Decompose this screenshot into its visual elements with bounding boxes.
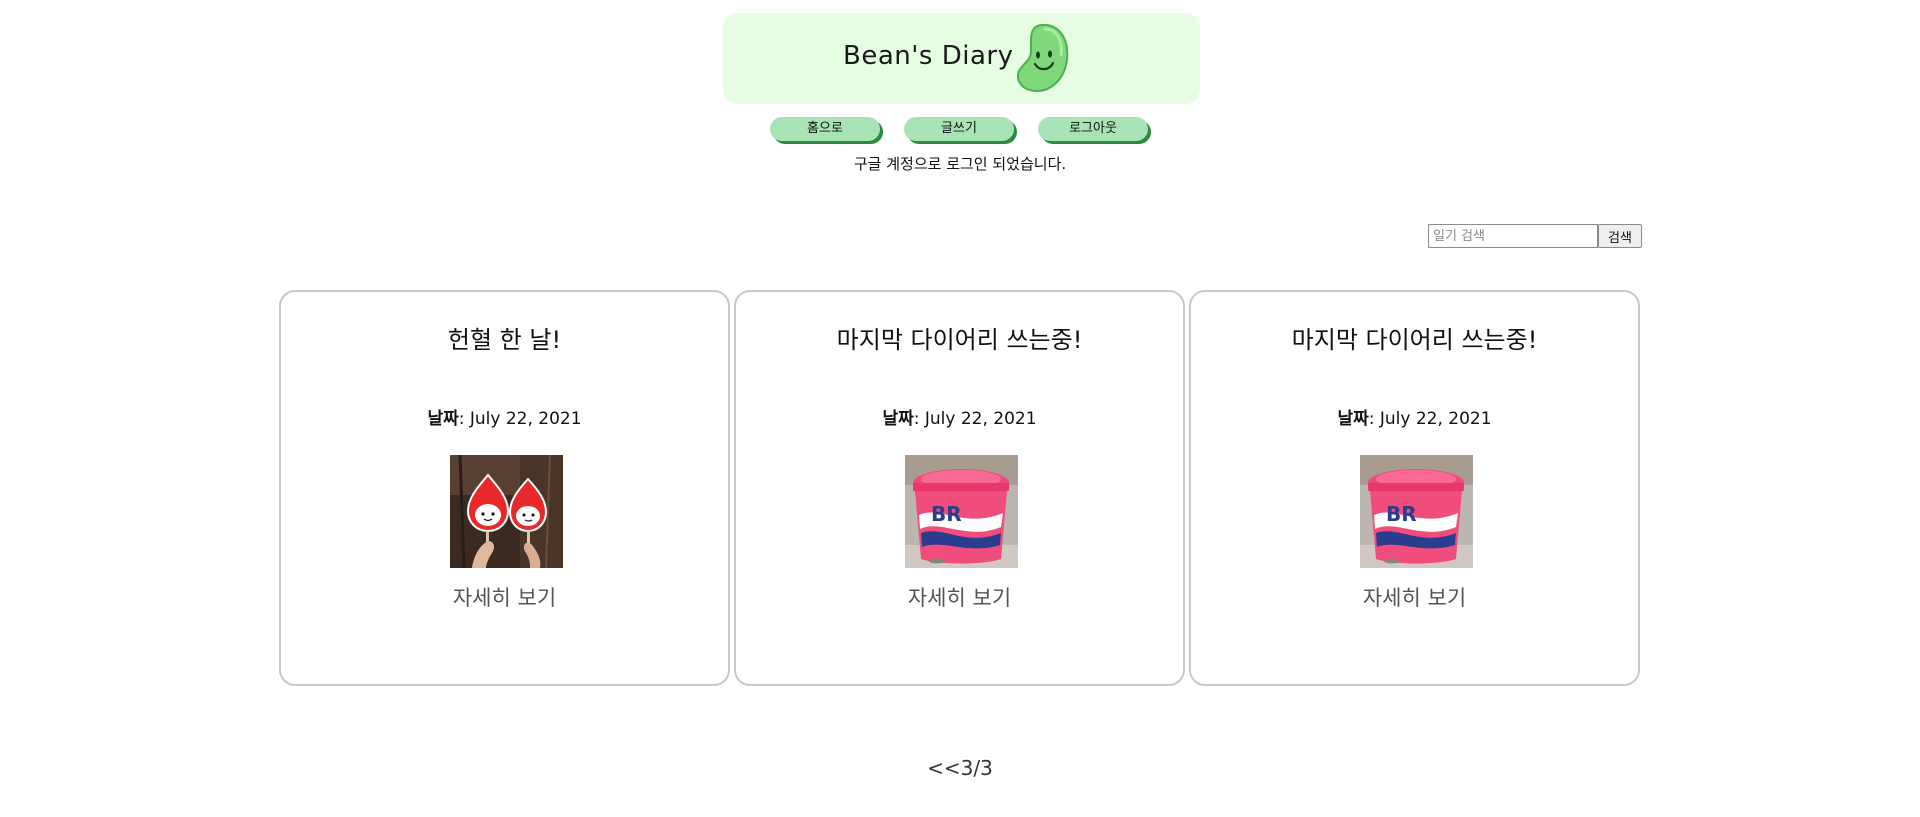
site-title: Bean's Diary [843, 41, 1014, 71]
search-bar: 검색 [1428, 224, 1648, 250]
search-button[interactable]: 검색 [1598, 224, 1642, 248]
diary-card-grid: 헌혈 한 날! 날짜: July 22, 2021 자세히 보기 마지막 다이어… [279, 290, 1643, 688]
diary-search-input[interactable] [1428, 224, 1598, 248]
date-value: : July 22, 2021 [913, 409, 1037, 429]
diary-card-date: 날짜: July 22, 2021 [736, 404, 1183, 429]
blood-donation-fans-photo [450, 455, 563, 568]
diary-card-title: 마지막 다이어리 쓰는중! [836, 326, 1083, 354]
diary-card: 헌혈 한 날! 날짜: July 22, 2021 자세히 보기 [279, 290, 730, 686]
ice-cream-cup-photo: BR [905, 455, 1018, 568]
diary-card: 마지막 다이어리 쓰는중! 날짜: July 22, 2021 BR 자세히 보… [734, 290, 1185, 686]
main-nav: 홈으로 글쓰기 로그아웃 [770, 117, 1156, 143]
bean-smiley-icon [1017, 23, 1069, 93]
ice-cream-cup-photo: BR [1360, 455, 1473, 568]
diary-card-title: 마지막 다이어리 쓰는중! [1291, 326, 1538, 354]
logout-button[interactable]: 로그아웃 [1038, 117, 1148, 141]
view-details-link[interactable]: 자세히 보기 [736, 582, 1183, 612]
svg-text:BR: BR [1386, 502, 1417, 526]
diary-card: 마지막 다이어리 쓰는중! 날짜: July 22, 2021 BR 자세히 보… [1189, 290, 1640, 686]
write-button[interactable]: 글쓰기 [904, 117, 1014, 141]
date-label: 날짜 [882, 409, 914, 429]
diary-card-date: 날짜: July 22, 2021 [1191, 404, 1638, 429]
view-details-link[interactable]: 자세히 보기 [281, 582, 728, 612]
diary-card-title: 헌혈 한 날! [447, 326, 562, 354]
diary-card-date: 날짜: July 22, 2021 [281, 404, 728, 429]
home-button[interactable]: 홈으로 [770, 117, 880, 141]
pagination: <<3/3 [0, 756, 1920, 780]
site-header: Bean's Diary [723, 13, 1200, 104]
svg-text:BR: BR [931, 502, 962, 526]
date-label: 날짜 [1337, 409, 1369, 429]
date-value: : July 22, 2021 [1368, 409, 1492, 429]
date-label: 날짜 [427, 409, 459, 429]
login-status-message: 구글 계정으로 로그인 되었습니다. [853, 155, 1067, 173]
prev-page-link[interactable]: << [927, 756, 961, 780]
date-value: : July 22, 2021 [458, 409, 582, 429]
page-indicator: 3/3 [960, 756, 993, 780]
view-details-link[interactable]: 자세히 보기 [1191, 582, 1638, 612]
